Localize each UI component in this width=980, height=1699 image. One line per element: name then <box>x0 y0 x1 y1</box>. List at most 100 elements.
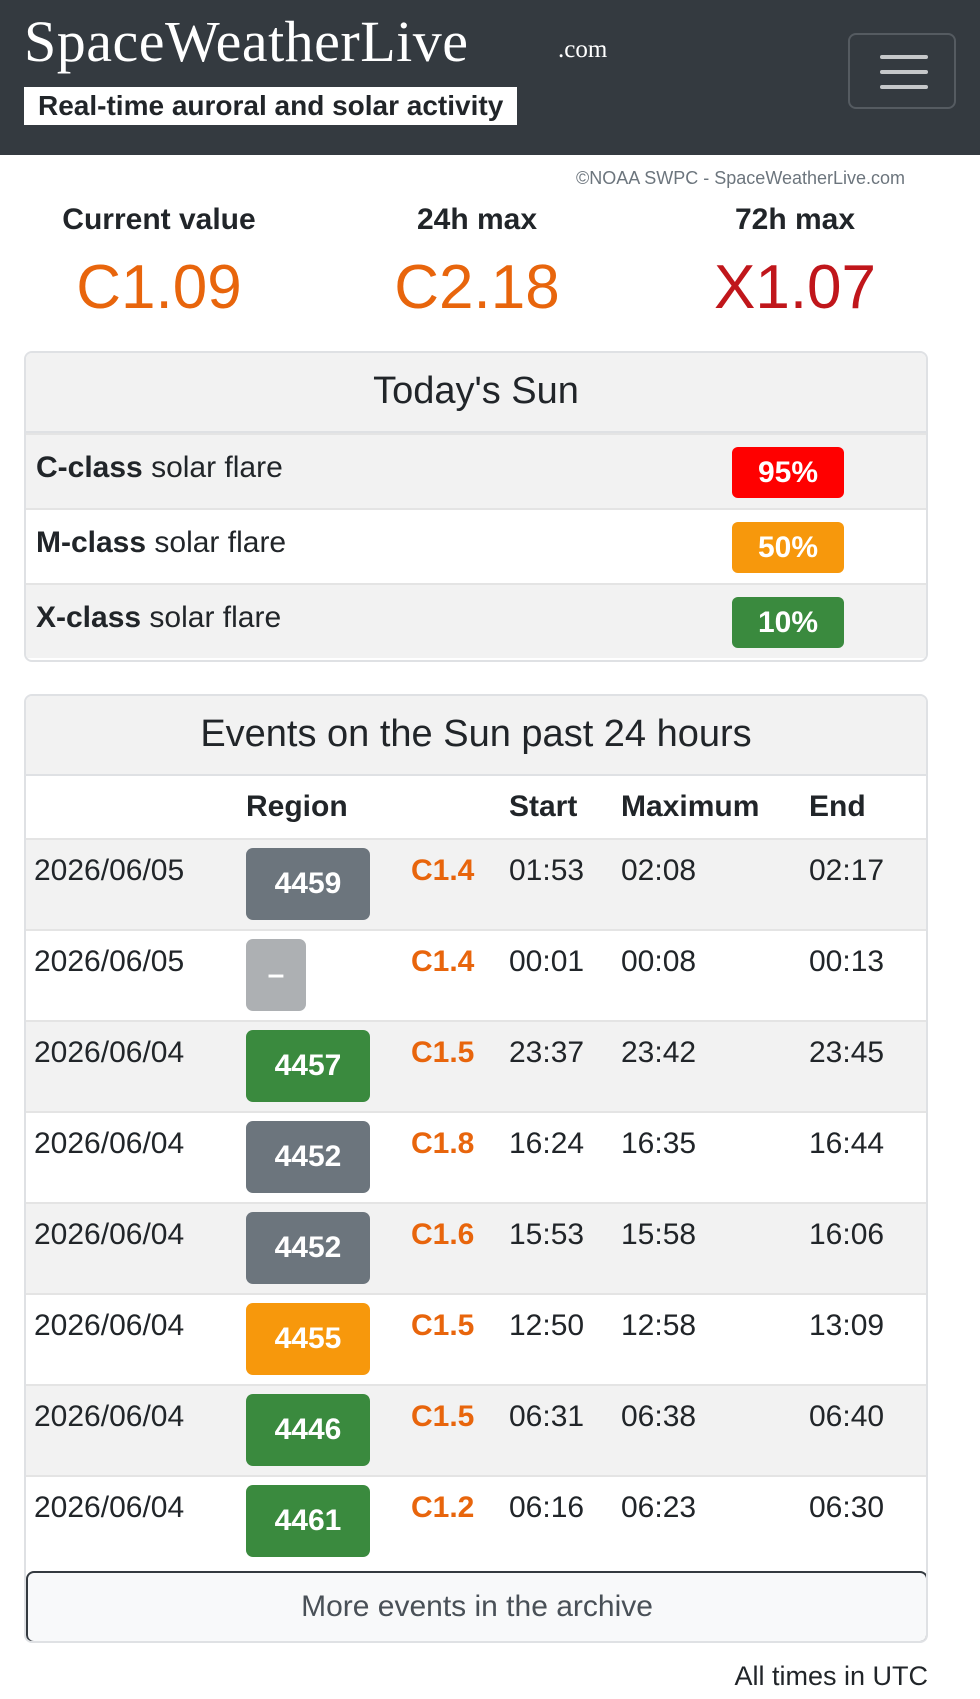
header-date <box>26 776 246 839</box>
event-region-cell: 4452 <box>246 1111 411 1203</box>
event-region-cell: 4455 <box>246 1293 411 1385</box>
header-end: End <box>809 790 866 823</box>
event-date: 2026/06/04 <box>26 1384 246 1476</box>
table-header-row: Region Start Maximum End <box>26 776 926 839</box>
event-flare-class: C1.4 <box>411 929 509 1021</box>
region-badge[interactable]: 4452 <box>246 1121 370 1193</box>
flare-probability-row: M-class solar flare 50% <box>26 508 926 583</box>
event-start: 01:53 <box>509 838 621 930</box>
event-maximum: 06:38 <box>621 1384 809 1476</box>
site-logo-suffix[interactable]: .com <box>558 36 607 64</box>
event-date: 2026/06/05 <box>26 929 246 1021</box>
todays-sun-card: Today's Sun C-class solar flare 95% M-cl… <box>24 351 928 662</box>
event-date: 2026/06/04 <box>26 1202 246 1294</box>
stat-label: 24h max <box>416 203 538 236</box>
stat-label: Current value <box>62 203 256 236</box>
event-date: 2026/06/04 <box>26 1475 246 1567</box>
site-tagline: Real-time auroral and solar activity <box>24 87 518 125</box>
stat-value: C1.09 <box>76 253 242 322</box>
region-badge[interactable]: 4457 <box>246 1030 370 1102</box>
region-badge[interactable]: 4446 <box>246 1394 370 1466</box>
flare-class-text: M-class solar flare <box>36 526 287 559</box>
event-end: 00:13 <box>809 929 926 1021</box>
event-end: 16:44 <box>809 1111 926 1203</box>
flare-class-text: C-class solar flare <box>36 451 283 484</box>
top-navbar: SpaceWeatherLive .com Real-time auroral … <box>0 0 980 155</box>
stat-72h-max: 72h max X1.07 <box>636 200 954 328</box>
event-end: 06:30 <box>809 1475 926 1567</box>
events-title: Events on the Sun past 24 hours <box>26 696 926 776</box>
event-start: 06:31 <box>509 1384 621 1476</box>
utc-footnote: All times in UTC <box>734 1661 928 1691</box>
event-end: 06:40 <box>809 1384 926 1476</box>
event-start: 23:37 <box>509 1020 621 1112</box>
probability-badge: 10% <box>732 597 844 648</box>
event-flare-class: C1.5 <box>411 1384 509 1476</box>
region-badge[interactable]: 4459 <box>246 848 370 920</box>
event-region-cell: – <box>246 929 411 1021</box>
event-region-cell: 4461 <box>246 1475 411 1567</box>
menu-toggle-button[interactable] <box>848 33 956 109</box>
event-flare-class: C1.8 <box>411 1111 509 1203</box>
todays-sun-title: Today's Sun <box>26 353 926 433</box>
event-date: 2026/06/04 <box>26 1020 246 1112</box>
event-start: 15:53 <box>509 1202 621 1294</box>
events-table: Region Start Maximum End 2026/06/05 4459 C… <box>26 776 926 1567</box>
header-class <box>411 776 509 839</box>
event-maximum: 02:08 <box>621 838 809 930</box>
flare-class-text: X-class solar flare <box>36 601 282 634</box>
table-row: 2026/06/04 4446 C1.5 06:31 06:38 06:40 <box>26 1384 926 1476</box>
event-date: 2026/06/04 <box>26 1293 246 1385</box>
table-row: 2026/06/05– C1.4 00:01 00:08 00:13 <box>26 929 926 1021</box>
event-maximum: 23:42 <box>621 1020 809 1112</box>
event-region-cell: 4459 <box>246 838 411 930</box>
event-end: 23:45 <box>809 1020 926 1112</box>
event-start: 16:24 <box>509 1111 621 1203</box>
event-end: 02:17 <box>809 838 926 930</box>
probability-badge: 95% <box>732 447 844 498</box>
event-maximum: 12:58 <box>621 1293 809 1385</box>
event-region-cell: 4452 <box>246 1202 411 1294</box>
event-flare-class: C1.2 <box>411 1475 509 1567</box>
archive-button[interactable]: More events in the archive <box>26 1571 926 1641</box>
stat-current-value: Current value C1.09 <box>0 200 318 328</box>
stat-value: C2.18 <box>394 253 560 322</box>
event-start: 00:01 <box>509 929 621 1021</box>
event-region-cell: 4446 <box>246 1384 411 1476</box>
header-region: Region <box>246 790 348 823</box>
data-credit: ©NOAA SWPC - SpaceWeatherLive.com <box>576 168 906 188</box>
site-logo[interactable]: SpaceWeatherLive <box>24 8 469 75</box>
region-badge[interactable]: 4452 <box>246 1212 370 1284</box>
stat-24h-max: 24h max C2.18 <box>318 200 636 328</box>
event-start: 12:50 <box>509 1293 621 1385</box>
event-maximum: 00:08 <box>621 929 809 1021</box>
table-row: 2026/06/05 4459 C1.4 01:53 02:08 02:17 <box>26 838 926 930</box>
event-maximum: 15:58 <box>621 1202 809 1294</box>
event-date: 2026/06/05 <box>26 838 246 930</box>
event-end: 13:09 <box>809 1293 926 1385</box>
header-start: Start <box>509 790 578 823</box>
table-row: 2026/06/04 4457 C1.5 23:37 23:42 23:45 <box>26 1020 926 1112</box>
flare-probability-row: C-class solar flare 95% <box>26 433 926 508</box>
event-flare-class: C1.5 <box>411 1293 509 1385</box>
event-end: 16:06 <box>809 1202 926 1294</box>
table-row: 2026/06/04 4461 C1.2 06:16 06:23 06:30 <box>26 1475 926 1567</box>
table-row: 2026/06/04 4452 C1.8 16:24 16:35 16:44 <box>26 1111 926 1203</box>
stat-value: X1.07 <box>713 253 877 322</box>
events-card: Events on the Sun past 24 hours Region S… <box>24 694 928 1643</box>
region-badge[interactable]: 4461 <box>246 1485 370 1557</box>
event-flare-class: C1.5 <box>411 1020 509 1112</box>
flare-probability-row: X-class solar flare 10% <box>26 583 926 658</box>
region-badge[interactable]: – <box>246 939 306 1011</box>
event-start: 06:16 <box>509 1475 621 1567</box>
table-row: 2026/06/04 4455 C1.5 12:50 12:58 13:09 <box>26 1293 926 1385</box>
event-flare-class: C1.4 <box>411 838 509 930</box>
stat-label: 72h max <box>734 203 856 236</box>
event-region-cell: 4457 <box>246 1020 411 1112</box>
probability-badge: 50% <box>732 522 844 573</box>
event-maximum: 06:23 <box>621 1475 809 1567</box>
table-row: 2026/06/04 4452 C1.6 15:53 15:58 16:06 <box>26 1202 926 1294</box>
header-maximum: Maximum <box>621 790 760 823</box>
event-flare-class: C1.6 <box>411 1202 509 1294</box>
region-badge[interactable]: 4455 <box>246 1303 370 1375</box>
